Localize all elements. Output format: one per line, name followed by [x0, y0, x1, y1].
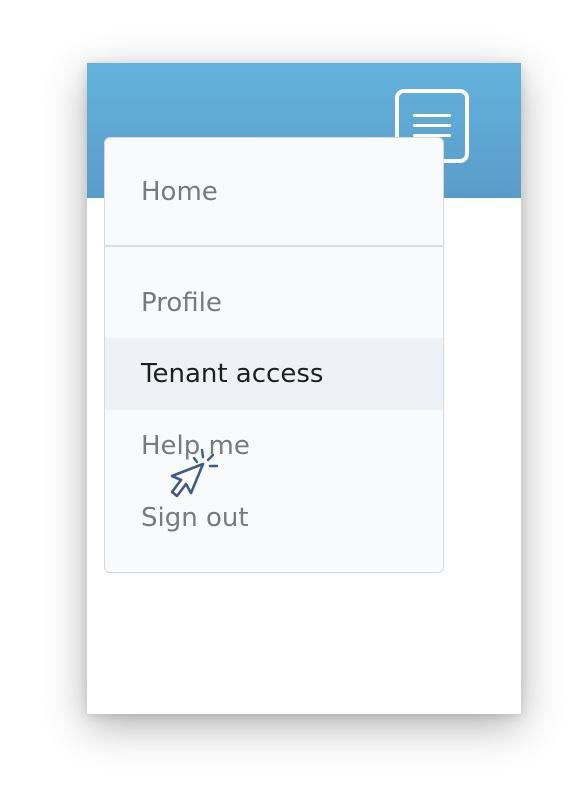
menu-item-label: Tenant access: [141, 359, 324, 389]
menu-item-label: Home: [141, 176, 218, 207]
menu-item-home[interactable]: Home: [105, 138, 443, 245]
menu-item-help-me[interactable]: Help me: [105, 410, 443, 482]
menu-item-profile[interactable]: Profile: [105, 268, 443, 338]
menu-item-label: Sign out: [141, 503, 249, 533]
hamburger-menu-icon: [413, 114, 451, 138]
menu-item-label: Profile: [141, 288, 222, 318]
stage: Home Profile Tenant access Help me Sign …: [0, 0, 585, 801]
menu-divider: [105, 245, 443, 247]
pointer-click-icon: [170, 448, 219, 498]
menu-item-sign-out[interactable]: Sign out: [105, 482, 443, 554]
menu-item-tenant-access[interactable]: Tenant access: [105, 338, 443, 410]
dropdown-menu: Home Profile Tenant access Help me Sign …: [104, 137, 444, 573]
